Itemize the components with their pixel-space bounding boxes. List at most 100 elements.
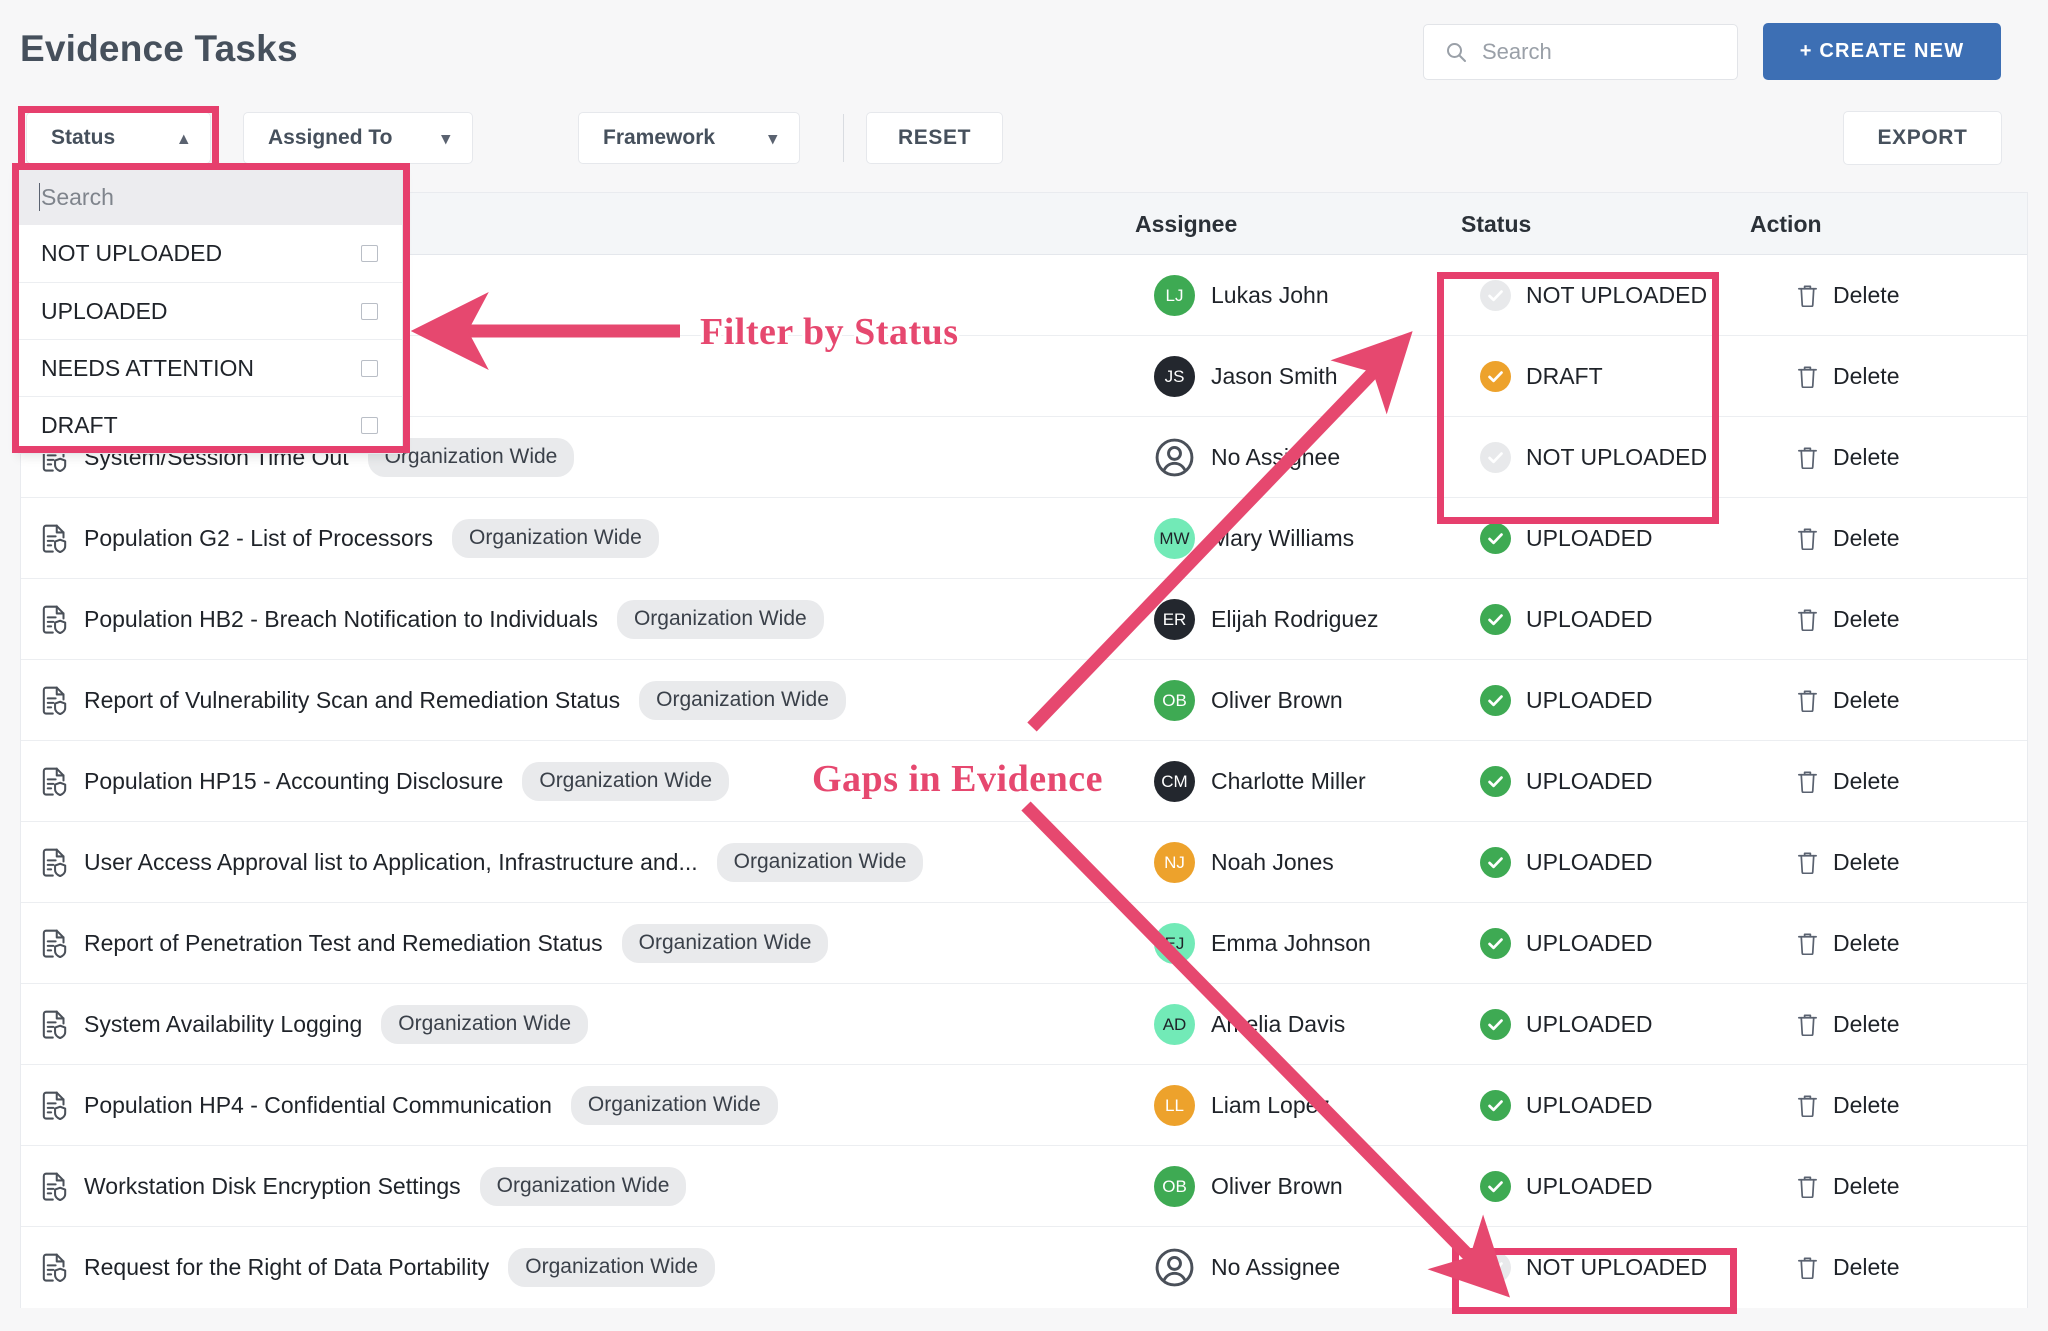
delete-label: Delete	[1833, 849, 1900, 875]
export-button[interactable]: EXPORT	[1843, 111, 2002, 165]
status-cell[interactable]: DRAFT	[1480, 336, 1603, 417]
status-option-not-uploaded[interactable]: NOT UPLOADED	[19, 225, 402, 282]
assignee-name: Liam Lopez	[1211, 1092, 1330, 1118]
delete-button[interactable]: Delete	[1796, 1146, 1899, 1227]
table-row[interactable]: Report of Penetration Test and Remediati…	[21, 903, 2027, 984]
status-option-checkbox[interactable]	[361, 416, 378, 434]
status-cell[interactable]: NOT UPLOADED	[1480, 1227, 1707, 1308]
task-name-cell: Report of Vulnerability Scan and Remedia…	[41, 660, 846, 741]
status-cell[interactable]: UPLOADED	[1480, 498, 1653, 579]
table-row[interactable]: User Access Approval list to Application…	[21, 822, 2027, 903]
annotation-gaps-in-evidence: Gaps in Evidence	[812, 758, 1103, 800]
filter-divider	[843, 114, 844, 162]
delete-button[interactable]: Delete	[1796, 1227, 1899, 1308]
assignee-cell[interactable]: NJ Noah Jones	[1154, 822, 1334, 903]
filter-assigned-to-label: Assigned To	[268, 126, 393, 149]
status-option-checkbox[interactable]	[361, 302, 378, 320]
status-cell[interactable]: NOT UPLOADED	[1480, 255, 1707, 336]
status-option-needs-attention[interactable]: NEEDS ATTENTION	[19, 339, 402, 396]
delete-button[interactable]: Delete	[1796, 417, 1899, 498]
column-header-action: Action	[1750, 210, 1822, 237]
avatar: LL	[1154, 1085, 1195, 1126]
table-row[interactable]: Population HP4 - Confidential Communicat…	[21, 1065, 2027, 1146]
filter-status-dropdown[interactable]: Status ▾	[26, 112, 211, 164]
task-title[interactable]: Population HP4 - Confidential Communicat…	[84, 1092, 552, 1119]
table-row[interactable]: Population G2 - List of Processors Organi…	[21, 498, 2027, 579]
status-cell[interactable]: UPLOADED	[1480, 579, 1653, 660]
assignee-cell[interactable]: JS Jason Smith	[1154, 336, 1338, 417]
status-option-uploaded[interactable]: UPLOADED	[19, 282, 402, 339]
delete-button[interactable]: Delete	[1796, 903, 1899, 984]
task-title[interactable]: Report of Vulnerability Scan and Remedia…	[84, 687, 620, 714]
scope-badge: Organization Wide	[716, 843, 924, 882]
assignee-cell[interactable]: ER Elijah Rodriguez	[1154, 579, 1378, 660]
table-row[interactable]: Workstation Disk Encryption Settings Orga…	[21, 1146, 2027, 1227]
table-row[interactable]: Population HB2 - Breach Notification to …	[21, 579, 2027, 660]
filter-framework-dropdown[interactable]: Framework ▾	[578, 112, 800, 164]
create-new-button[interactable]: + CREATE NEW	[1763, 23, 2001, 80]
assignee-cell[interactable]: OB Oliver Brown	[1154, 1146, 1343, 1227]
status-option-draft[interactable]: DRAFT	[19, 396, 402, 453]
avatar: JS	[1154, 356, 1195, 397]
task-title[interactable]: Request for the Right of Data Portabilit…	[84, 1254, 489, 1281]
table-row[interactable]: Request for the Right of Data Portabilit…	[21, 1227, 2027, 1308]
status-filter-search-input[interactable]: Search	[19, 169, 402, 225]
assignee-cell[interactable]: No Assignee	[1154, 417, 1340, 498]
status-cell[interactable]: UPLOADED	[1480, 741, 1653, 822]
assignee-cell[interactable]: EJ Emma Johnson	[1154, 903, 1371, 984]
task-title[interactable]: Report of Penetration Test and Remediati…	[84, 930, 603, 957]
status-option-label: NOT UPLOADED	[41, 240, 223, 266]
delete-button[interactable]: Delete	[1796, 336, 1899, 417]
delete-button[interactable]: Delete	[1796, 741, 1899, 822]
delete-button[interactable]: Delete	[1796, 660, 1899, 741]
delete-label: Delete	[1833, 606, 1900, 632]
status-cell[interactable]: UPLOADED	[1480, 822, 1653, 903]
task-title[interactable]: Population HP15 - Accounting Disclosure	[84, 768, 503, 795]
assignee-cell[interactable]: LJ Lukas John	[1154, 255, 1329, 336]
reset-button[interactable]: RESET	[866, 112, 1003, 164]
assignee-cell[interactable]: LL Liam Lopez	[1154, 1065, 1330, 1146]
table-row[interactable]: Report of Vulnerability Scan and Remedia…	[21, 660, 2027, 741]
status-cell[interactable]: UPLOADED	[1480, 660, 1653, 741]
filter-assigned-to-dropdown[interactable]: Assigned To ▾	[243, 112, 473, 164]
status-cell[interactable]: UPLOADED	[1480, 984, 1653, 1065]
table-row[interactable]: System Availability Logging Organization …	[21, 984, 2027, 1065]
delete-label: Delete	[1833, 525, 1900, 551]
status-filter-panel[interactable]: Search NOT UPLOADED UPLOADED NEEDS ATTENTI…	[18, 168, 403, 454]
status-cell[interactable]: UPLOADED	[1480, 1065, 1653, 1146]
status-option-checkbox[interactable]	[361, 359, 378, 377]
task-title[interactable]: User Access Approval list to Application…	[84, 849, 698, 876]
avatar: MW	[1154, 518, 1195, 559]
status-label: UPLOADED	[1526, 768, 1653, 794]
status-cell[interactable]: NOT UPLOADED	[1480, 417, 1707, 498]
search-input[interactable]: Search	[1423, 24, 1738, 80]
avatar: NJ	[1154, 842, 1195, 883]
delete-button[interactable]: Delete	[1796, 498, 1899, 579]
status-cell[interactable]: UPLOADED	[1480, 1146, 1653, 1227]
status-check-icon	[1480, 361, 1511, 392]
delete-button[interactable]: Delete	[1796, 984, 1899, 1065]
assignee-cell[interactable]: CM Charlotte Miller	[1154, 741, 1366, 822]
task-title[interactable]: Population G2 - List of Processors	[84, 525, 433, 552]
trash-icon	[1796, 607, 1819, 633]
status-cell[interactable]: UPLOADED	[1480, 903, 1653, 984]
delete-button[interactable]: Delete	[1796, 255, 1899, 336]
task-title[interactable]: Population HB2 - Breach Notification to …	[84, 606, 598, 633]
status-label: UPLOADED	[1526, 1092, 1653, 1118]
task-title[interactable]: System Availability Logging	[84, 1011, 362, 1038]
task-name-cell: Population HP4 - Confidential Communicat…	[41, 1065, 778, 1146]
delete-label: Delete	[1833, 444, 1900, 470]
delete-button[interactable]: Delete	[1796, 1065, 1899, 1146]
assignee-cell[interactable]: MW Mary Williams	[1154, 498, 1354, 579]
delete-button[interactable]: Delete	[1796, 579, 1899, 660]
status-option-checkbox[interactable]	[361, 245, 378, 262]
assignee-cell[interactable]: AD Amelia Davis	[1154, 984, 1345, 1065]
trash-icon	[1796, 1093, 1819, 1119]
delete-button[interactable]: Delete	[1796, 822, 1899, 903]
assignee-name: Noah Jones	[1211, 849, 1334, 875]
assignee-cell[interactable]: No Assignee	[1154, 1227, 1340, 1308]
evidence-document-icon	[41, 1172, 68, 1202]
task-title[interactable]: Workstation Disk Encryption Settings	[84, 1173, 461, 1200]
task-name-cell: Population G2 - List of Processors Organi…	[41, 498, 659, 579]
assignee-cell[interactable]: OB Oliver Brown	[1154, 660, 1343, 741]
